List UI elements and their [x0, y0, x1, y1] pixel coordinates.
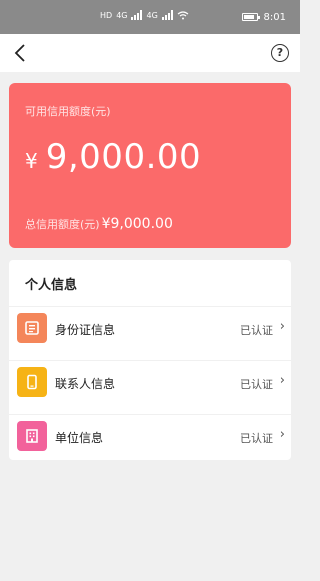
contact-info-row[interactable]: 联系人信息 已认证 › — [9, 360, 291, 414]
section-title: 个人信息 — [25, 278, 78, 293]
help-button[interactable]: ? — [271, 44, 289, 62]
network-label: 4G — [116, 10, 128, 20]
building-icon — [17, 421, 47, 451]
verified-status: 已认证 — [240, 432, 273, 445]
total-credit-value: ¥9,000.00 — [101, 216, 173, 232]
employer-info-row[interactable]: 单位信息 已认证 › — [9, 414, 291, 468]
status-bar: HD 4G 4G 8:01 — [0, 0, 300, 34]
network-label: 4G — [146, 10, 158, 20]
carrier-tag: HD — [100, 10, 113, 20]
total-credit: 总信用额度(元) ¥9,000.00 — [25, 216, 173, 232]
personal-info-panel: 个人信息 身份证信息 已认证 › 联系人信息 已认证 › 单位信息 已认证 › — [9, 260, 291, 460]
available-credit-label: 可用信用额度(元) — [25, 105, 111, 118]
available-credit-amount: ¥ 9,000.00 — [25, 137, 201, 177]
signal-icon — [161, 10, 173, 20]
chevron-right-icon: › — [279, 373, 285, 388]
available-credit-value: 9,000.00 — [45, 137, 202, 177]
phone-icon — [17, 367, 47, 397]
currency-symbol: ¥ — [25, 149, 38, 173]
signal-icon — [131, 10, 143, 20]
id-card-icon — [17, 313, 47, 343]
verified-status: 已认证 — [240, 324, 273, 337]
chevron-left-icon — [14, 44, 25, 62]
row-label: 联系人信息 — [55, 377, 116, 391]
row-label: 身份证信息 — [55, 323, 116, 337]
wifi-icon — [177, 10, 189, 19]
back-button[interactable] — [8, 41, 32, 65]
chevron-right-icon: › — [279, 427, 285, 442]
verified-status: 已认证 — [240, 378, 273, 391]
row-label: 单位信息 — [55, 431, 104, 445]
total-credit-label: 总信用额度(元) — [25, 218, 100, 231]
battery-icon — [241, 13, 260, 21]
credit-card: 可用信用额度(元) ¥ 9,000.00 总信用额度(元) ¥9,000.00 — [9, 83, 291, 248]
question-circle-icon: ? — [276, 46, 284, 59]
id-card-info-row[interactable]: 身份证信息 已认证 › — [9, 306, 291, 360]
chevron-right-icon: › — [279, 319, 285, 334]
status-time: 8:01 — [263, 11, 286, 23]
signal-indicators: HD 4G 4G — [100, 10, 189, 20]
nav-bar: ? — [0, 34, 300, 72]
